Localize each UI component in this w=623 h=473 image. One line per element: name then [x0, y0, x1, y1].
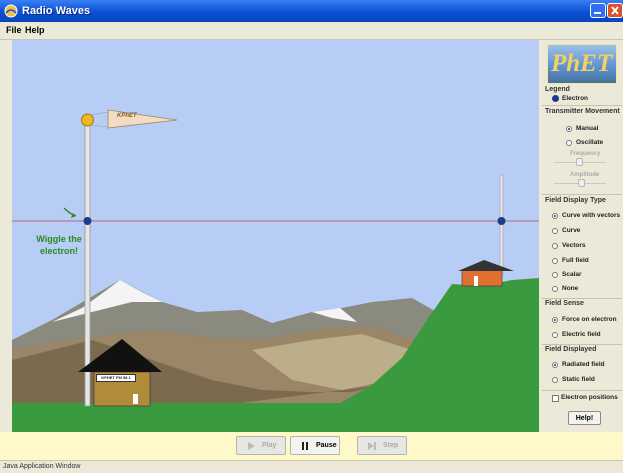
wiggle-hint: Wiggle the electron!: [24, 233, 94, 257]
frequency-slider[interactable]: [554, 158, 606, 166]
minimize-button[interactable]: [590, 3, 606, 18]
receiver-house: [461, 269, 503, 287]
grass: [12, 403, 539, 432]
menu-help[interactable]: Help: [25, 25, 45, 35]
legend-title: Legend: [545, 86, 570, 93]
window-title: Radio Waves: [22, 5, 91, 17]
amplitude-slider[interactable]: [554, 179, 606, 187]
menu-file[interactable]: File: [6, 25, 22, 35]
title-bar: Radio Waves: [0, 0, 623, 22]
minimize-icon: [594, 12, 601, 14]
help-button[interactable]: Help!: [568, 411, 601, 425]
field-displayed-title: Field Displayed: [545, 346, 597, 353]
house-sign: KPHET FM 98.1: [96, 374, 136, 382]
logo-text: PhET: [551, 50, 613, 77]
frequency-label: Frequency: [570, 151, 601, 157]
status-text: Java Application Window: [3, 463, 81, 470]
app-icon: [4, 4, 18, 18]
close-icon: [611, 6, 619, 15]
close-button[interactable]: [607, 3, 623, 18]
play-icon: [248, 442, 255, 450]
amplitude-thumb[interactable]: [578, 179, 585, 187]
pause-icon: [302, 442, 308, 450]
playback-controls: Play Pause Step: [0, 432, 623, 460]
control-panel: PhET Legend Electron Transmitter Movemen…: [540, 40, 623, 432]
step-button[interactable]: Step: [357, 436, 407, 455]
antenna-ball: [81, 113, 94, 127]
pause-button[interactable]: Pause: [290, 436, 340, 455]
receiver-door: [474, 276, 478, 286]
amplitude-label: Amplitude: [570, 172, 600, 178]
electron-icon: [552, 95, 559, 102]
field-sense-title: Field Sense: [545, 300, 584, 307]
play-button[interactable]: Play: [236, 436, 286, 455]
menu-bar: File Help: [0, 22, 623, 40]
transmitter-electron[interactable]: [83, 217, 92, 225]
transmitter-title: Transmitter Movement: [545, 108, 620, 115]
status-bar: Java Application Window: [0, 460, 623, 473]
wiggle-line-1: Wiggle the: [36, 234, 82, 244]
electron-positions-checkbox[interactable]: [552, 395, 559, 402]
flag-text: KPhET: [117, 113, 137, 119]
phet-logo: PhET: [547, 44, 617, 84]
simulation-canvas[interactable]: Wiggle the electron! KPhET KPHET FM 98.1: [12, 40, 539, 432]
house-door: [133, 394, 138, 404]
frequency-thumb[interactable]: [576, 158, 583, 166]
application-window: Radio Waves File Help Wiggle the electro…: [0, 0, 623, 473]
step-icon: [368, 442, 376, 450]
receiver-electron: [497, 217, 506, 225]
wiggle-line-2: electron!: [39, 246, 78, 256]
transmitter-antenna: [84, 119, 91, 407]
field-display-title: Field Display Type: [545, 197, 606, 204]
